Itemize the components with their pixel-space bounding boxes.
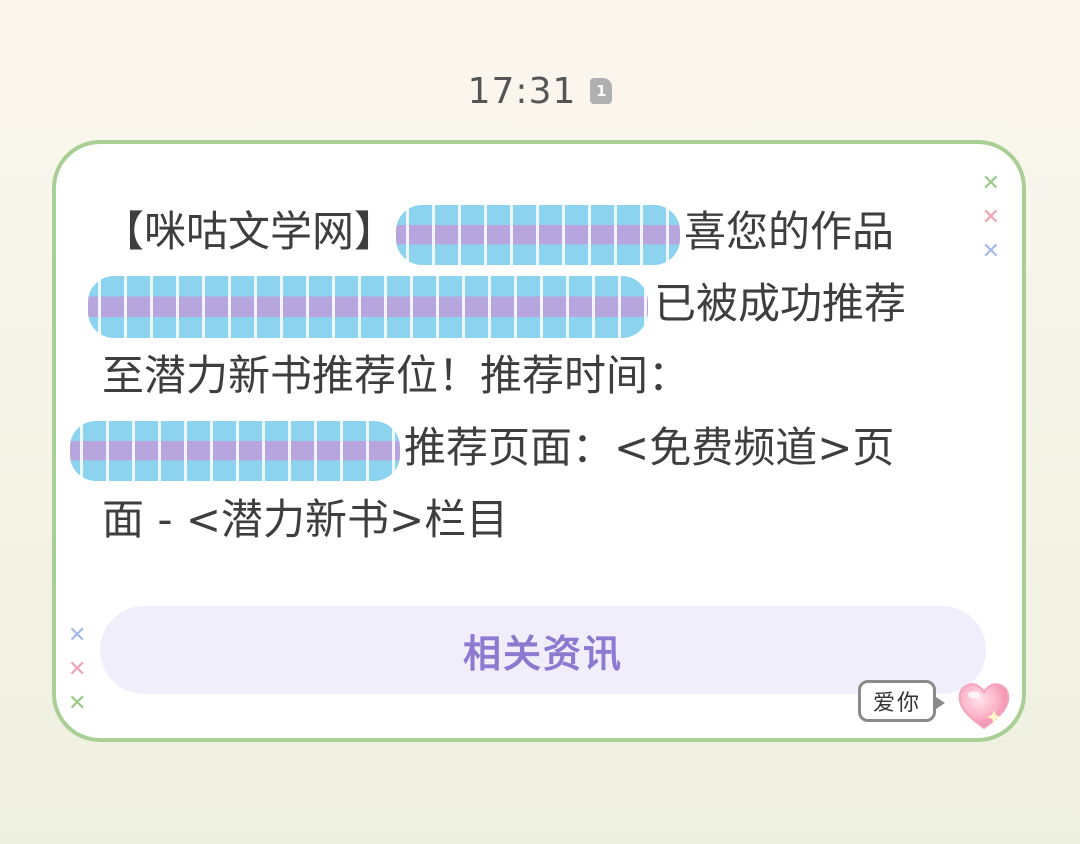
message-line-4: 推荐页面：<免费频道>页 <box>70 412 982 484</box>
message-fragment: 推荐页面：<免费频道>页 <box>404 423 895 472</box>
message-fragment: 喜您的作品 <box>684 207 895 256</box>
timestamp-row: 17:31 1 <box>0 66 1080 116</box>
redaction-mask <box>70 420 400 481</box>
x-mark-icon: ✕ <box>981 239 1000 264</box>
sender-tag: 【咪咕文学网】 <box>102 207 397 256</box>
love-reaction-label[interactable]: 爱你 <box>858 680 945 722</box>
redaction-mask <box>396 204 681 265</box>
heart-sparkle-icon[interactable] <box>954 676 1014 736</box>
x-mark-icon: ✕ <box>981 171 1000 196</box>
x-mark-icon: ✕ <box>68 623 87 648</box>
message-time: 17:31 <box>467 70 577 112</box>
message-line-1: 【咪咕文学网】 喜您的作品 <box>102 196 982 268</box>
message-line-5: 面 - <潜力新书>栏目 <box>102 495 509 544</box>
redaction-mask <box>88 275 648 338</box>
related-info-button[interactable]: 相关资讯 <box>100 606 986 694</box>
x-mark-icon: ✕ <box>981 205 1000 230</box>
message-text: 【咪咕文学网】 喜您的作品 已被成功推荐 至潜力新书推荐位！推荐时间： 推荐页面：… <box>70 196 982 556</box>
message-bubble[interactable]: ✕ ✕ ✕ 【咪咕文学网】 喜您的作品 已被成功推荐 至潜力新书推荐位！推荐时间：… <box>52 140 1026 742</box>
decorative-x-marks-left: ✕ ✕ ✕ <box>68 622 86 718</box>
message-fragment: 已被成功推荐 <box>654 279 907 328</box>
sim-card-icon: 1 <box>590 78 613 104</box>
decorative-x-marks-top: ✕ ✕ ✕ <box>982 170 1000 266</box>
message-line-2: 已被成功推荐 <box>88 268 982 340</box>
message-line-3: 至潜力新书推荐位！推荐时间： <box>102 351 691 400</box>
x-mark-icon: ✕ <box>68 657 87 682</box>
x-mark-icon: ✕ <box>68 691 87 716</box>
